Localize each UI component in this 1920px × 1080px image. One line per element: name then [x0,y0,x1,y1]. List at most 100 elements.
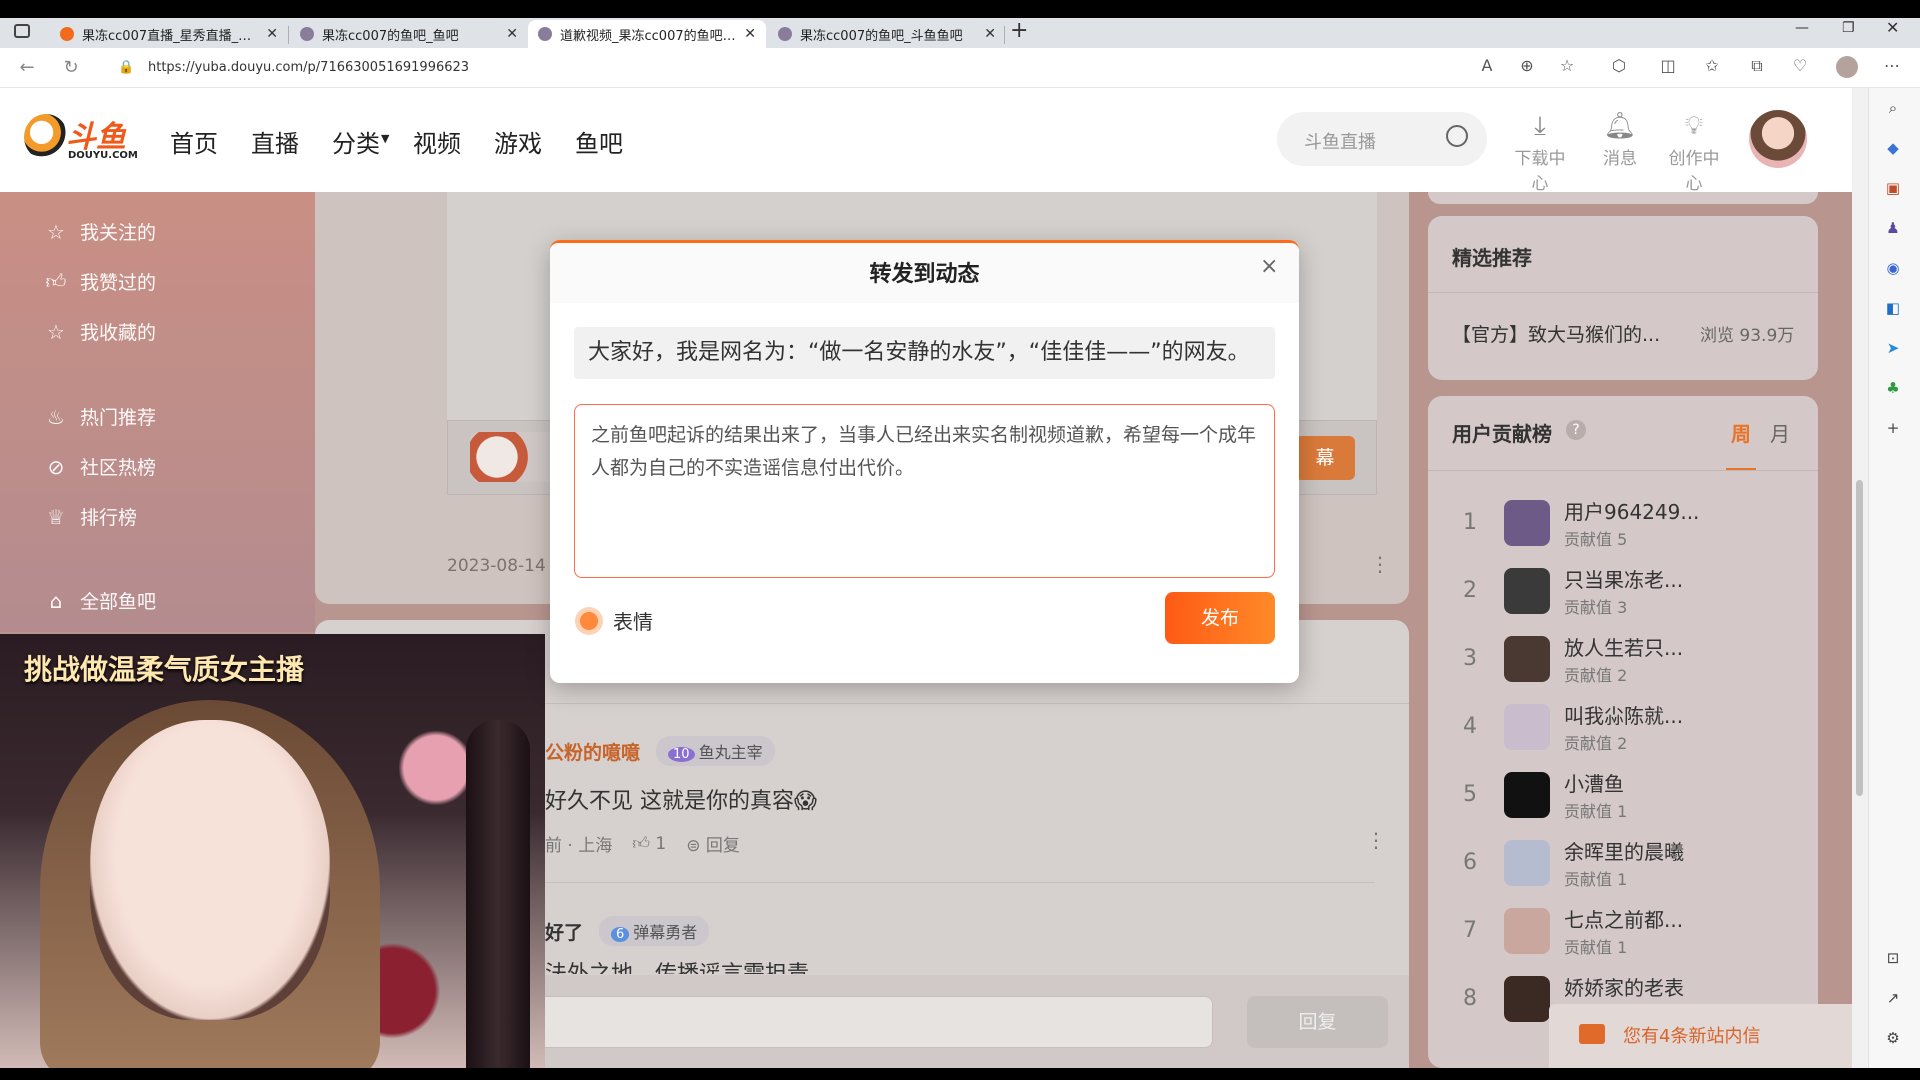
download-center[interactable]: ⤓ 下载中心 [1508,112,1572,194]
minimize-icon[interactable]: — [1795,20,1809,36]
profile-icon[interactable] [1836,56,1858,78]
favorites-icon[interactable]: ✩ [1700,56,1724,75]
tab-month[interactable]: 月 [1770,418,1790,447]
rank-avatar[interactable] [1504,908,1550,954]
zoom-icon[interactable]: ⊕ [1515,56,1539,75]
nav-live[interactable]: 直播 [251,124,299,159]
like-button[interactable]: 👍︎ 1 [632,833,666,854]
sidebar-item-community-hot[interactable]: ⊘ 社区热榜 [44,453,156,480]
reply-input[interactable] [535,996,1213,1048]
rank-user-name[interactable]: 只当果冻老... [1564,564,1683,593]
sidebar-settings-icon[interactable]: ⚙ [1883,1028,1903,1048]
rank-user-name[interactable]: 余晖里的晨曦 [1564,836,1684,865]
rank-avatar[interactable] [1504,500,1550,546]
close-window-icon[interactable]: ✕ [1886,18,1899,37]
refresh-icon[interactable]: ↻ [60,57,82,78]
sidebar-item-label: 我赞过的 [80,272,157,294]
rank-user-name[interactable]: 小漕鱼 [1564,768,1624,797]
rank-user-name[interactable]: 娇娇家的老表 [1564,972,1684,1001]
back-icon[interactable]: ← [16,57,38,78]
close-tab-icon[interactable]: ✕ [506,26,518,42]
sidebar-tools-icon[interactable]: ▣ [1883,178,1903,198]
sidebar-tree-icon[interactable]: ♣ [1883,378,1903,398]
rank-user-name[interactable]: 七点之前都... [1564,904,1683,933]
tab-4[interactable]: 果冻cc007的鱼吧_斗鱼鱼吧 ✕ [768,20,1006,48]
nav-game[interactable]: 游戏 [494,124,542,159]
sidebar-item-following[interactable]: ☆ 我关注的 [44,218,156,245]
nav-category[interactable]: 分类 [332,124,380,159]
sidebar-item-liked[interactable]: 👍︎ 我赞过的 [44,268,156,295]
nav-yuba[interactable]: 鱼吧 [575,124,623,159]
rank-user-name[interactable]: 用户964249... [1564,496,1699,525]
commenter-name[interactable]: 好了 [545,918,583,945]
sidebar-item-ranking[interactable]: ♕ 排行榜 [44,503,137,530]
sidebar-add-icon[interactable]: + [1883,418,1903,438]
douyu-logo[interactable]: 斗鱼 DOUYU.COM [24,110,139,166]
reply-submit-button[interactable]: 回复 [1247,996,1388,1048]
emoji-button[interactable]: 表情 [575,606,653,635]
lock-icon[interactable]: 🔒 [118,60,134,75]
commenter-name[interactable]: 公粉的噫噫 [545,738,640,765]
nav-video[interactable]: 视频 [413,124,461,159]
restore-icon[interactable]: ❐ [1842,20,1855,36]
reply-link[interactable]: ⊜ 回复 [686,831,740,856]
nav-home[interactable]: 首页 [170,124,218,159]
chevron-down-icon[interactable]: ▼ [381,132,389,145]
user-avatar[interactable] [1749,110,1807,168]
sidebar-outlook-icon[interactable]: ◧ [1883,298,1903,318]
repost-text-input[interactable]: 之前鱼吧起诉的结果出来了，当事人已经出来实名制视频道歉，希望每一个成年人都为自己… [574,404,1275,578]
sidebar-games-icon[interactable]: ♟ [1883,218,1903,238]
tab-3-active[interactable]: 道歉视频_果冻cc007的鱼吧_斗鱼 ✕ [528,20,766,48]
messages[interactable]: 🔔︎ 消息 [1588,112,1652,169]
sidebar-item-hot[interactable]: ♨ 热门推荐 [44,403,156,430]
sidebar-external-icon[interactable]: ↗ [1883,988,1903,1008]
sidebar-search-icon[interactable]: ⌕ [1883,98,1903,118]
rank-user-name[interactable]: 叫我尛陈就... [1564,700,1683,729]
new-tab-button[interactable]: + [1010,18,1028,43]
tab-divider [288,26,289,44]
collections-icon[interactable]: ⧉ [1745,56,1769,76]
publish-button[interactable]: 发布 [1165,592,1275,644]
rank-avatar[interactable] [1504,704,1550,750]
comment-more-icon[interactable]: ⋮ [1366,828,1386,852]
rank-avatar[interactable] [1504,772,1550,818]
rank-avatar[interactable] [1504,976,1550,1022]
help-icon[interactable]: ? [1566,420,1586,440]
url-input[interactable]: https://yuba.douyu.com/p/716630051691996… [148,60,469,75]
tab-1[interactable]: 果冻cc007直播_星秀直播_斗鱼直播 ✕ [50,20,288,48]
close-tab-icon[interactable]: ✕ [266,26,278,42]
site-message-notice[interactable]: 您有4条新站内信 [1549,1004,1852,1068]
extensions-icon[interactable]: ⬡ [1607,56,1631,75]
post-more-icon[interactable]: ⋮ [1370,552,1390,576]
modal-title: 转发到动态 [869,262,980,287]
favorite-star-icon[interactable]: ☆ [1555,56,1579,75]
window-bottom-strip [0,1068,1920,1080]
danmu-button[interactable]: 幕 [1295,436,1355,480]
sidebar-item-label: 我收藏的 [80,322,157,344]
sidebar-item-favorites[interactable]: ☆ 我收藏的 [44,318,156,345]
rank-avatar[interactable] [1504,568,1550,614]
creator-center[interactable]: 💡︎ 创作中心 [1662,112,1726,194]
featured-item[interactable]: 【官方】致大马猴们的... [1452,320,1660,347]
comment-2-header: 好了 6 弹幕勇者 [545,916,710,946]
scrollbar-thumb[interactable] [1856,480,1863,796]
sidebar-screenshot-icon[interactable]: ⊡ [1883,948,1903,968]
search-icon[interactable] [1446,125,1468,147]
tab-week[interactable]: 周 [1731,418,1751,447]
split-screen-icon[interactable]: ◫ [1656,56,1680,75]
rank-avatar[interactable] [1504,636,1550,682]
close-icon[interactable]: × [1260,254,1278,279]
tab-2[interactable]: 果冻cc007的鱼吧_鱼吧 ✕ [290,20,528,48]
browser-essentials-icon[interactable]: ♡ [1788,56,1812,75]
more-menu-icon[interactable]: ⋯ [1880,56,1904,75]
sidebar-tag-icon[interactable]: ◆ [1883,138,1903,158]
close-tab-icon[interactable]: ✕ [744,26,756,42]
rank-user-name[interactable]: 放人生若只... [1564,632,1683,661]
sidebar-copilot-icon[interactable]: ◉ [1883,258,1903,278]
rank-avatar[interactable] [1504,840,1550,886]
close-tab-icon[interactable]: ✕ [984,26,996,42]
sidebar-item-all-yuba[interactable]: ⌂ 全部鱼吧 [44,587,156,614]
sidebar-send-icon[interactable]: ➤ [1883,338,1903,358]
tab-actions-icon[interactable] [14,24,30,38]
read-aloud-icon[interactable]: A [1475,56,1499,75]
